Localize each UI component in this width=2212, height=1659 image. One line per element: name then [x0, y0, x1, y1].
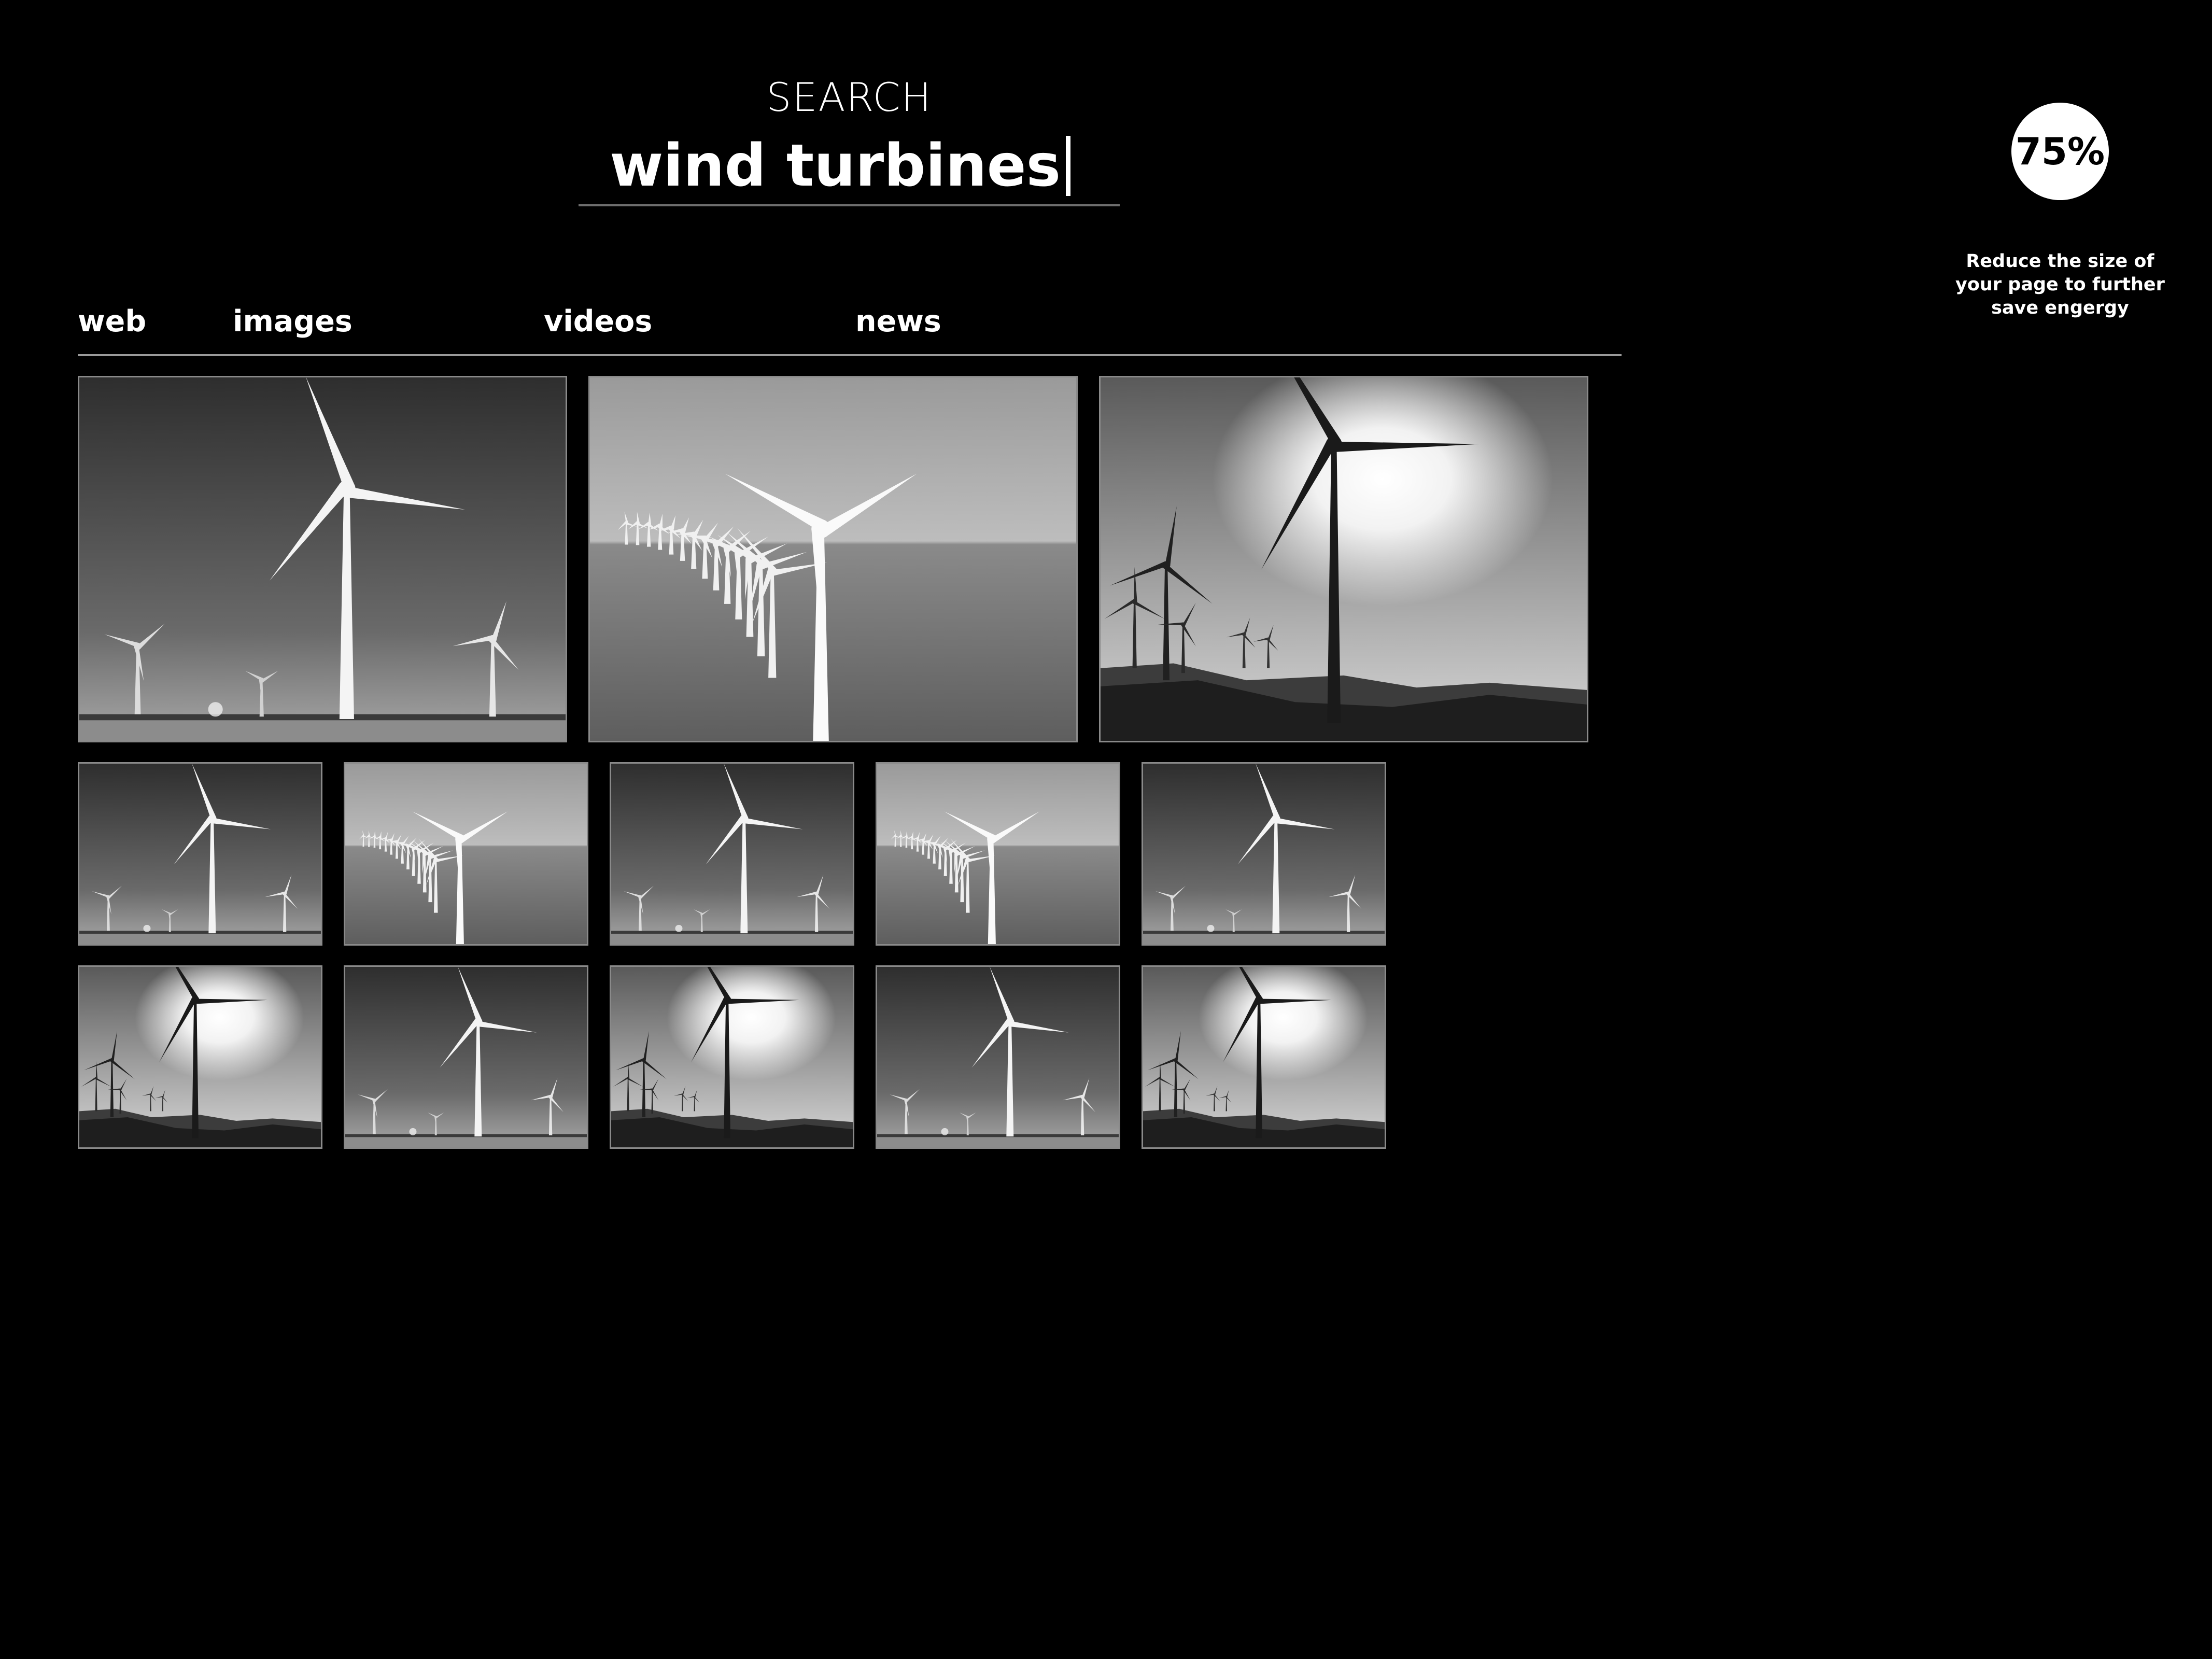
image-result-turbines-sky[interactable] — [1142, 762, 1386, 946]
text-caret — [1066, 136, 1071, 196]
tab-news[interactable]: news — [855, 303, 941, 340]
image-result-offshore-wind-farm[interactable] — [876, 762, 1120, 946]
image-result-offshore-wind-farm[interactable] — [344, 762, 588, 946]
energy-percent: 75% — [2015, 130, 2105, 173]
image-result-turbines-sky[interactable] — [78, 376, 567, 742]
search-label: SEARCH — [766, 74, 932, 120]
search-input[interactable]: wind turbines — [610, 135, 1118, 197]
image-result-turbines-sunlit-hills[interactable] — [1099, 376, 1588, 742]
image-result-turbines-sky[interactable] — [610, 762, 854, 946]
energy-saving-note: Reduce the size of your page to further … — [1955, 251, 2165, 318]
image-result-turbines-sky[interactable] — [876, 965, 1120, 1149]
tab-images[interactable]: images — [233, 303, 353, 340]
energy-saving-badge: 75% — [2011, 103, 2109, 200]
tab-videos[interactable]: videos — [544, 303, 652, 340]
image-result-turbines-sky[interactable] — [344, 965, 588, 1149]
tabs-divider — [78, 354, 1622, 356]
image-result-turbines-sunlit-hills[interactable] — [78, 965, 322, 1149]
image-result-offshore-wind-farm[interactable] — [588, 376, 1078, 742]
search-query-text[interactable]: wind turbines — [610, 137, 1061, 195]
tab-web[interactable]: web — [78, 303, 146, 340]
image-result-turbines-sunlit-hills[interactable] — [610, 965, 854, 1149]
image-result-turbines-sky[interactable] — [78, 762, 322, 946]
search-input-underline — [579, 204, 1120, 206]
image-result-turbines-sunlit-hills[interactable] — [1142, 965, 1386, 1149]
